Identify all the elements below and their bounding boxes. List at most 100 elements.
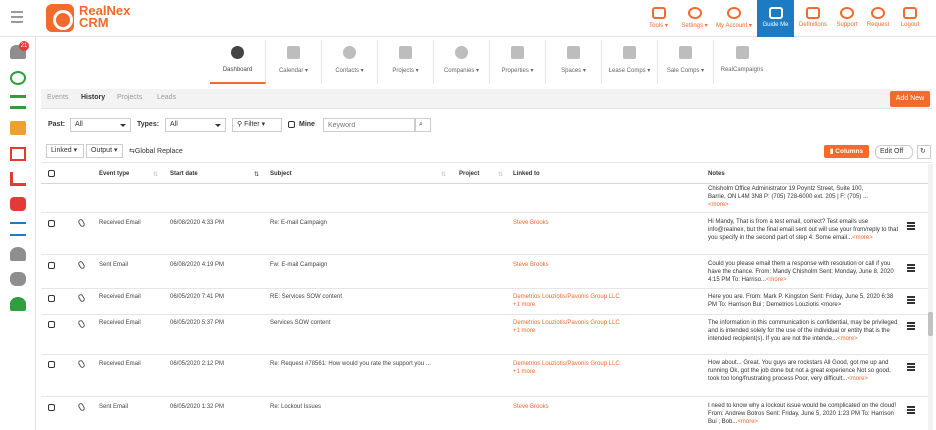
linked-dropdown[interactable]: Linked ▾ (46, 144, 84, 158)
col-subject[interactable]: Subject (270, 171, 292, 177)
module-dashboard[interactable]: Dashboard (210, 40, 266, 84)
row-menu-icon[interactable] (907, 363, 915, 372)
user-settings-icon[interactable] (10, 247, 26, 261)
col-event-type[interactable]: Event type (99, 171, 129, 177)
row-subject[interactable]: Re: Lockout Issues (270, 404, 321, 412)
module-sale-comps[interactable]: Sale Comps ▾ (658, 40, 714, 84)
row-linked-to[interactable]: Steve Brooks (513, 404, 549, 412)
col-linked-to[interactable]: Linked to (513, 171, 540, 177)
row-subject[interactable]: RE: Services SOW content (270, 294, 342, 302)
table-row[interactable]: Sent Email 06/08/2020 4:19 PM Fw: E-mail… (41, 255, 932, 289)
row-date: 06/08/2020 4:33 PM (170, 220, 225, 226)
table-row[interactable]: Received Email 06/08/2020 4:33 PM Re: E-… (41, 213, 932, 255)
keyword-input[interactable] (323, 118, 415, 132)
tab-projects[interactable]: Projects (117, 94, 142, 101)
sort-desc-icon[interactable]: ⇅ (254, 171, 259, 178)
sort-icon[interactable]: ⇅ (441, 171, 446, 178)
filter-button[interactable]: ⚲ Filter ▾ (232, 118, 282, 132)
row-checkbox[interactable] (48, 220, 55, 227)
sort-icon[interactable]: ⇅ (153, 171, 158, 178)
search-green-icon[interactable] (10, 71, 26, 85)
row-date: 06/05/2020 1:32 PM (170, 404, 225, 410)
refresh-button[interactable]: ↻ (917, 145, 931, 159)
module-lease-comps[interactable]: Lease Comps ▾ (602, 40, 658, 84)
row-subject[interactable]: Services SOW content (270, 320, 330, 328)
edit-off-toggle[interactable]: Edit Off (875, 145, 913, 159)
tab-events[interactable]: Events (47, 94, 68, 101)
col-start-date[interactable]: Start date (170, 171, 198, 177)
row-subject[interactable]: Re: Request #78561: How would you rate t… (270, 361, 431, 369)
global-replace-link[interactable]: ⇆Global Replace (129, 147, 183, 155)
shuffle-icon[interactable] (10, 222, 26, 236)
module-projects[interactable]: Projects ▾ (378, 40, 434, 84)
columns-button[interactable]: ▮ Columns (824, 145, 869, 158)
tools-icon (651, 7, 666, 19)
row-event-type: Sent Email (99, 404, 129, 410)
col-notes[interactable]: Notes (708, 171, 725, 177)
row-checkbox[interactable] (48, 361, 55, 368)
module-realcampaigns[interactable]: RealCampaigns (714, 40, 770, 84)
tab-history[interactable]: History (81, 94, 105, 101)
nav-my-account[interactable]: My Account ▾ (712, 0, 756, 37)
realnex-logo-icon[interactable] (46, 4, 74, 32)
output-dropdown[interactable]: Output ▾ (86, 144, 123, 158)
row-checkbox[interactable] (48, 262, 55, 269)
presentation-chart-icon[interactable] (10, 147, 26, 161)
hamburger-menu-icon[interactable] (11, 11, 23, 23)
nav-request[interactable]: Request (863, 0, 893, 37)
table-row[interactable]: Sent Email 06/05/2020 1:32 PM Re: Lockou… (41, 397, 932, 430)
user-icon[interactable] (10, 297, 26, 311)
past-select[interactable]: All (70, 118, 131, 132)
contact-icon (343, 46, 356, 59)
add-new-button[interactable]: Add New (890, 91, 930, 107)
row-linked-to[interactable]: Demetrios Louziotis/Pavonis Group LLC +1 … (513, 320, 620, 335)
vertical-scrollbar[interactable] (928, 164, 933, 430)
mine-checkbox[interactable] (288, 121, 295, 128)
briefcase-icon (399, 46, 412, 59)
nav-support[interactable]: Support (832, 0, 862, 37)
row-menu-icon[interactable] (907, 296, 915, 305)
module-calendar[interactable]: Calendar ▾ (266, 40, 322, 84)
keyword-search-button[interactable]: ⌕ (415, 118, 431, 132)
nav-logout[interactable]: Logout (895, 0, 925, 37)
row-checkbox[interactable] (48, 321, 55, 328)
module-companies[interactable]: Companies ▾ (434, 40, 490, 84)
boxes-icon[interactable] (10, 121, 26, 135)
row-menu-icon[interactable] (907, 322, 915, 331)
row-linked-to[interactable]: Steve Brooks (513, 262, 549, 270)
row-linked-to[interactable]: Demetrios Louziotis/Pavonis Group LLC +1 … (513, 361, 620, 376)
col-project[interactable]: Project (459, 171, 479, 177)
select-all-checkbox[interactable] (48, 170, 55, 177)
row-checkbox[interactable] (48, 404, 55, 411)
nav-settings[interactable]: Settings ▾ (677, 0, 712, 37)
table-row[interactable]: Received Email 06/05/2020 2:12 PM Re: Re… (41, 355, 932, 397)
row-subject[interactable]: Re: E-mail Campaign (270, 220, 327, 228)
types-select[interactable]: All (165, 118, 226, 132)
row-checkbox[interactable] (48, 295, 55, 302)
bar-chart-icon[interactable] (10, 172, 26, 186)
row-menu-icon[interactable] (907, 406, 915, 415)
sort-icon[interactable]: ⇅ (498, 171, 503, 178)
nav-tools[interactable]: Tools ▾ (640, 0, 677, 37)
row-menu-icon[interactable] (907, 264, 915, 273)
row-linked-to[interactable]: Steve Brooks (513, 220, 549, 228)
handshake-icon[interactable] (10, 197, 26, 211)
row-notes: I need to know why a lockout issue would… (708, 403, 897, 425)
tag-icon (623, 46, 636, 59)
scrollbar-thumb[interactable] (928, 312, 933, 336)
row-date: 06/05/2020 2:12 PM (170, 361, 225, 367)
cloud-icon[interactable] (10, 272, 26, 286)
nav-guide-me[interactable]: Guide Me (757, 0, 794, 37)
refresh-icon: ↻ (920, 148, 926, 155)
row-subject[interactable]: Fw: E-mail Campaign (270, 262, 327, 270)
module-properties[interactable]: Properties ▾ (490, 40, 546, 84)
table-row[interactable]: Received Email 06/05/2020 7:41 PM RE: Se… (41, 289, 932, 315)
row-menu-icon[interactable] (907, 222, 915, 231)
module-spaces[interactable]: Spaces ▾ (546, 40, 602, 84)
table-row[interactable]: Received Email 06/05/2020 5:37 PM Servic… (41, 315, 932, 355)
row-linked-to[interactable]: Demetrios Louziotis/Pavonis Group LLC +1 … (513, 294, 620, 309)
list-check-icon[interactable] (10, 95, 26, 109)
nav-definitions[interactable]: Definitions (796, 0, 830, 37)
module-contacts[interactable]: Contacts ▾ (322, 40, 378, 84)
tab-leads[interactable]: Leads (157, 94, 176, 101)
